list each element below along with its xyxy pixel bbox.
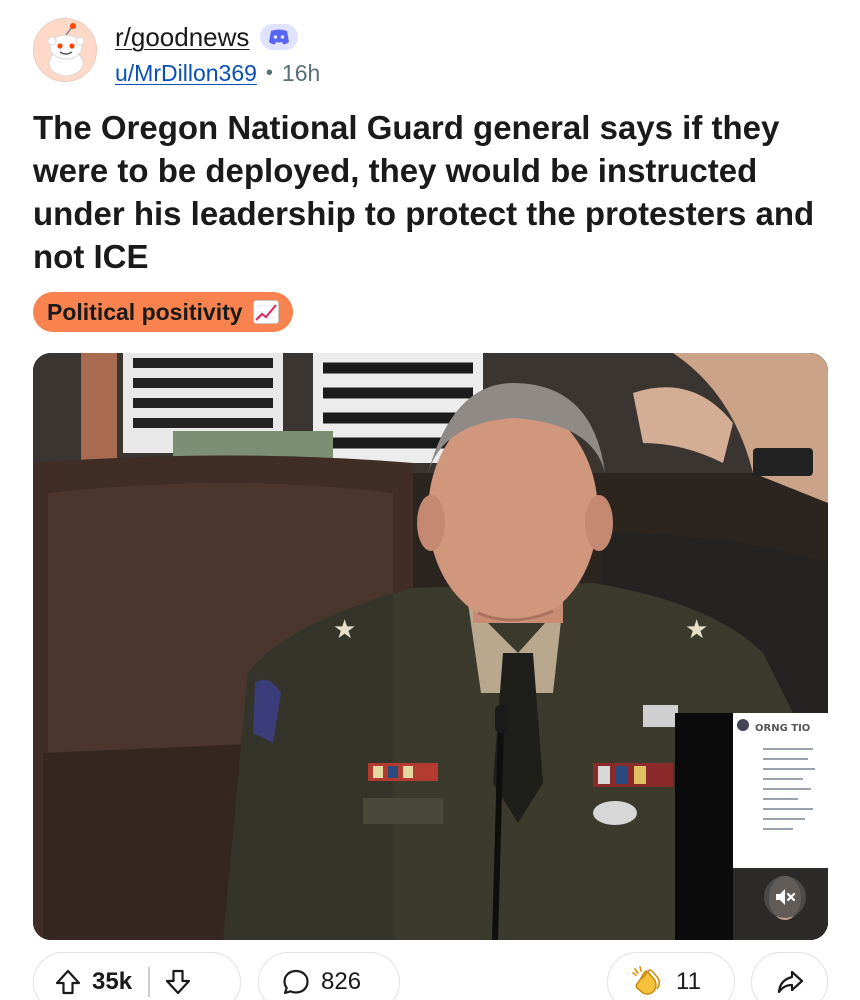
share-arrow-icon [777,970,803,994]
video-frame: ★ ★ ORNG TIO [33,353,828,940]
svg-text:★: ★ [333,615,356,645]
post-title[interactable]: The Oregon National Guard general says i… [33,106,833,278]
award-count: 11 [676,968,701,995]
share-button[interactable] [751,952,828,1000]
post-meta: r/goodnews u/MrDillon369 • 16h [115,20,320,90]
subreddit-avatar[interactable] [33,18,97,82]
speaker-muted-icon [776,889,796,905]
meta-separator: • [265,61,273,84]
downvote-button[interactable] [162,966,194,998]
vote-bar: 35k [33,952,241,1000]
post-actions: 35k 826 11 [33,952,828,1000]
author-link[interactable]: u/MrDillon369 [115,60,257,87]
post-header: r/goodnews u/MrDillon369 • 16h [33,18,813,86]
award-button[interactable]: 11 [607,952,735,1000]
upvote-button[interactable] [52,966,84,998]
vote-divider [148,967,150,997]
chart-increasing-icon [252,300,279,324]
subreddit-link[interactable]: r/goodnews [115,22,249,53]
video-player[interactable]: ★ ★ ORNG TIO [33,353,828,940]
upvote-arrow-icon [55,969,81,995]
clapping-hands-icon [632,966,661,995]
mute-toggle-button[interactable] [764,876,806,918]
upvote-count: 35k [92,968,133,995]
comment-count: 826 [321,968,362,995]
comments-button[interactable]: 826 [258,952,400,1000]
discord-icon[interactable] [259,23,299,51]
downvote-arrow-icon [165,969,190,995]
svg-text:★: ★ [685,615,708,645]
overlay-text: ORNG TIO [755,723,810,734]
post-flair[interactable]: Political positivity [33,292,293,332]
comment-bubble-icon [283,969,309,995]
post-age: 16h [281,59,321,86]
flair-label: Political positivity [47,298,243,325]
